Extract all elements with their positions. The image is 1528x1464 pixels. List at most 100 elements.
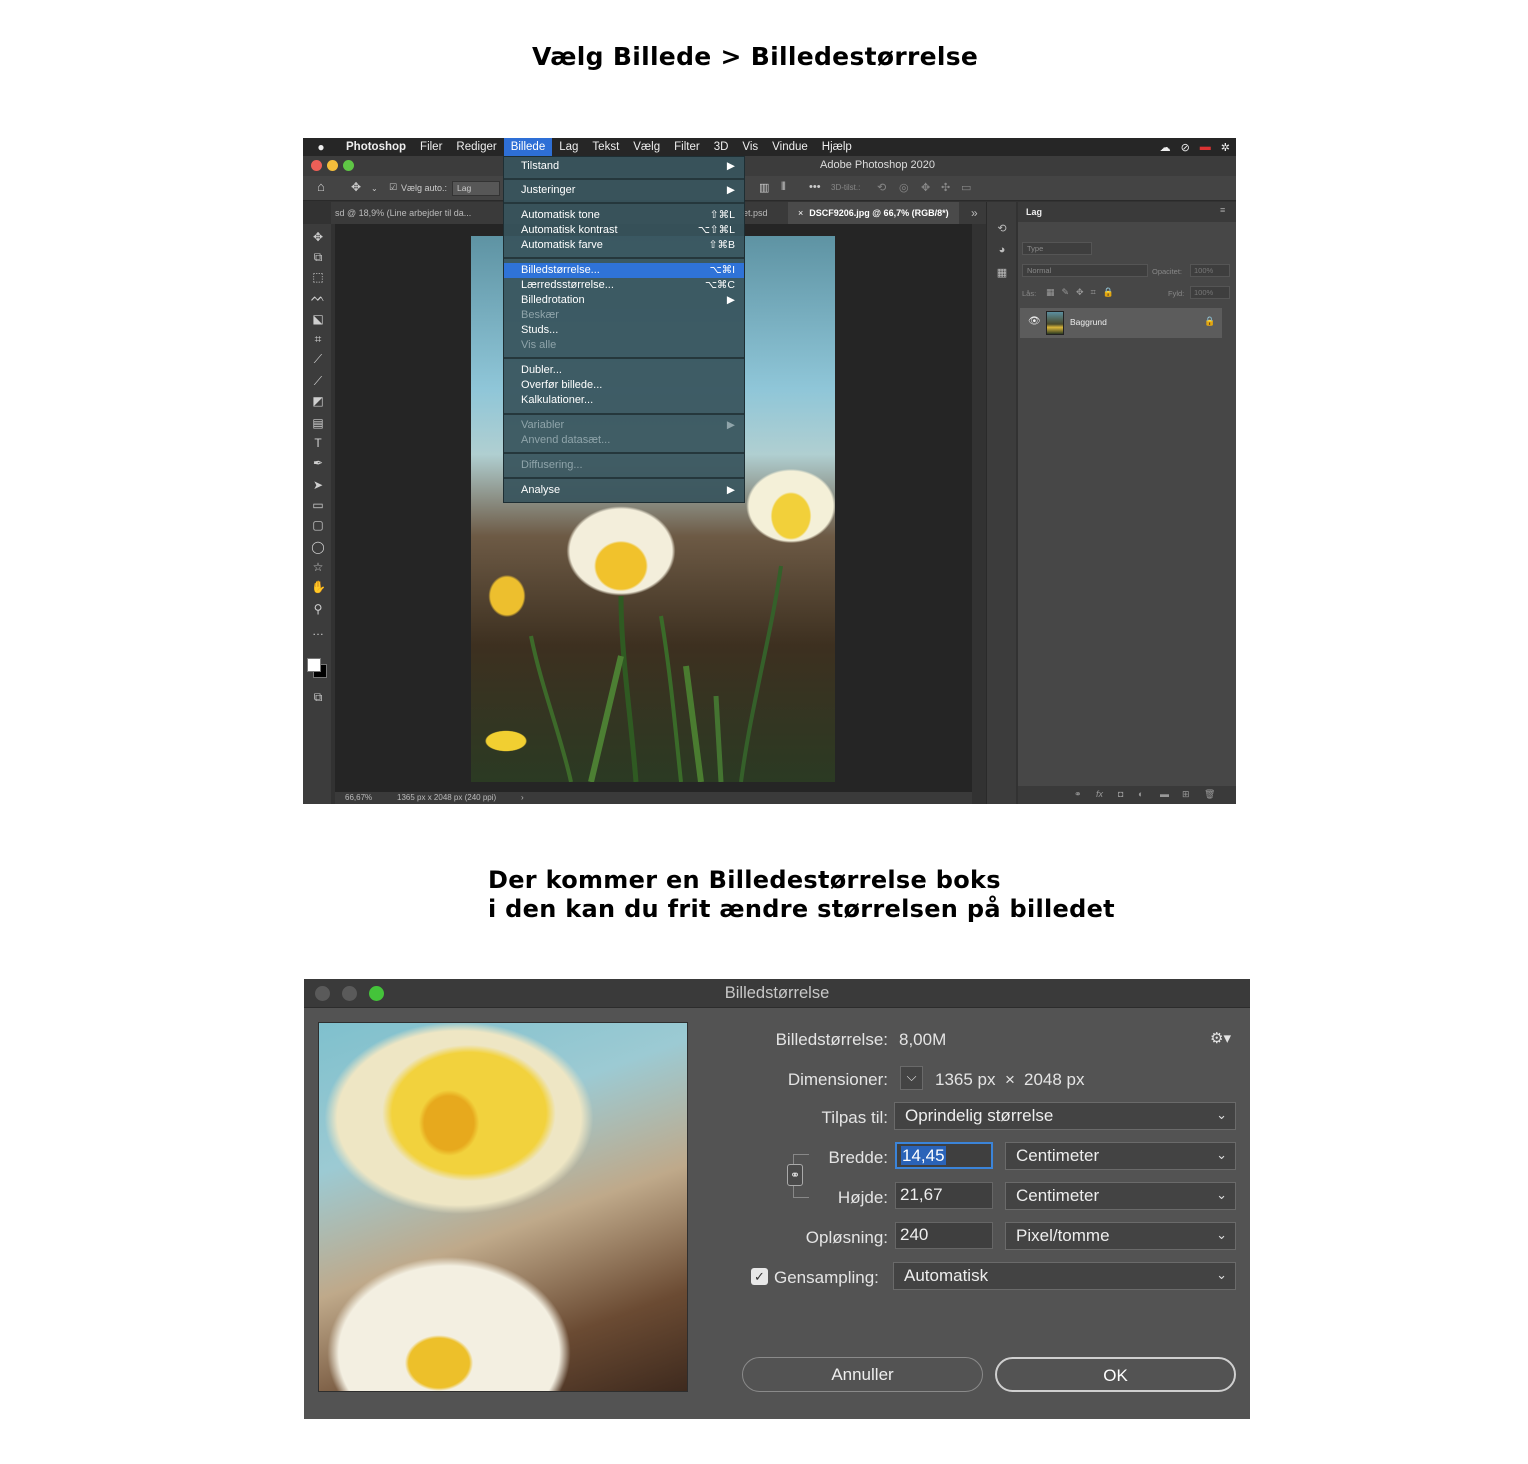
fx-icon[interactable]: fx: [1096, 789, 1103, 799]
marquee-tool-icon[interactable]: ⬚: [311, 270, 325, 284]
rectangle-tool-icon[interactable]: ▭: [311, 498, 325, 512]
menu-item-dubler[interactable]: Dubler...: [504, 363, 744, 378]
menu-3d[interactable]: 3D: [707, 138, 736, 156]
resample-dropdown[interactable]: Automatisk ⌄: [893, 1262, 1236, 1290]
fit-to-dropdown[interactable]: Oprindelig størrelse ⌄: [894, 1102, 1236, 1130]
more-icon[interactable]: •••: [809, 181, 821, 193]
cancel-button[interactable]: Annuller: [742, 1357, 983, 1392]
menu-item-billedstorrelse[interactable]: Billedstørrelse... ⌥⌘I: [504, 263, 744, 278]
menu-rediger[interactable]: Rediger: [449, 138, 503, 156]
close-tab-icon[interactable]: ×: [798, 208, 803, 218]
tab-document-2[interactable]: et.psd: [743, 202, 768, 224]
resolution-input[interactable]: 240: [895, 1222, 993, 1249]
more-tools-icon[interactable]: …: [311, 624, 325, 638]
layers-panel-title[interactable]: Lag: [1026, 207, 1042, 217]
auto-select-dropdown[interactable]: Lag: [452, 181, 500, 196]
adjustment-layer-icon[interactable]: ◐: [1138, 789, 1143, 799]
crop-tool-icon[interactable]: ⌗: [311, 332, 325, 346]
3d-pan-icon[interactable]: ✥: [921, 181, 930, 194]
minimize-window-icon[interactable]: [327, 160, 338, 171]
ellipse-tool-icon[interactable]: ◯: [311, 540, 325, 554]
artboard-tool-icon[interactable]: ⧉: [311, 250, 325, 264]
new-layer-icon[interactable]: ⊞: [1182, 789, 1190, 800]
maximize-window-icon[interactable]: [343, 160, 354, 171]
menu-vindue[interactable]: Vindue: [765, 138, 815, 156]
dimensions-dropdown[interactable]: ⌵: [900, 1066, 923, 1090]
layer-filter-dropdown[interactable]: Type: [1022, 242, 1092, 255]
lasso-tool-icon[interactable]: ᨓ: [311, 290, 325, 304]
status-zoom[interactable]: 66,67%: [345, 793, 372, 802]
3d-camera-icon[interactable]: ▭: [961, 181, 971, 194]
add-mask-icon[interactable]: ◘: [1118, 789, 1123, 799]
foreground-color-swatch[interactable]: [307, 658, 321, 672]
menu-lag[interactable]: Lag: [552, 138, 585, 156]
eye-visibility-icon[interactable]: 👁: [1028, 316, 1041, 327]
flag-icon[interactable]: ▬: [1200, 141, 1211, 153]
close-window-icon[interactable]: [311, 160, 322, 171]
menu-filter[interactable]: Filter: [667, 138, 707, 156]
panel-menu-icon[interactable]: ≡: [1220, 205, 1225, 215]
resolution-unit-dropdown[interactable]: Pixel/tomme ⌄: [1005, 1222, 1236, 1250]
resample-checkbox[interactable]: ✓: [751, 1268, 768, 1285]
eyedropper-tool-icon[interactable]: ⟋: [311, 352, 325, 366]
chevron-down-icon[interactable]: ⌄: [371, 184, 378, 193]
menu-item-studs[interactable]: Studs...: [504, 323, 744, 338]
ok-button[interactable]: OK: [995, 1357, 1236, 1392]
menu-item-overfor-billede[interactable]: Overfør billede...: [504, 378, 744, 393]
image-preview[interactable]: [318, 1022, 688, 1392]
pen-tool-icon[interactable]: ✒: [311, 456, 325, 470]
creative-cloud-icon[interactable]: ☁: [1160, 141, 1171, 154]
custom-shape-tool-icon[interactable]: ☆: [311, 560, 325, 574]
apple-icon[interactable]: ●: [303, 140, 339, 154]
3d-roll-icon[interactable]: ◎: [899, 181, 909, 194]
menu-item-kalkulationer[interactable]: Kalkulationer...: [504, 393, 744, 408]
menu-item-automatisk-tone[interactable]: Automatisk tone ⇧⌘L: [504, 208, 744, 223]
move-tool-icon[interactable]: ✥: [311, 230, 325, 244]
swatches-panel-icon[interactable]: ▦: [995, 266, 1009, 279]
status-arrow-icon[interactable]: ›: [521, 793, 524, 802]
menu-app-photoshop[interactable]: Photoshop: [339, 138, 413, 156]
menu-billede[interactable]: Billede: [503, 138, 553, 156]
new-group-icon[interactable]: ▬: [1160, 789, 1169, 799]
rounded-rectangle-tool-icon[interactable]: ▢: [311, 518, 325, 532]
delete-layer-icon[interactable]: 🗑: [1204, 789, 1215, 800]
menu-item-justeringer[interactable]: Justeringer ▶: [504, 183, 744, 198]
move-tool-icon[interactable]: ✥: [351, 180, 361, 194]
layer-row-baggrund[interactable]: 👁 Baggrund 🔒: [1020, 308, 1222, 338]
tabs-overflow-icon[interactable]: »: [971, 202, 978, 224]
color-panel-icon[interactable]: ◕: [995, 244, 1009, 256]
brush-tool-icon[interactable]: ⟋: [311, 374, 325, 388]
bluetooth-icon[interactable]: ✲: [1221, 141, 1230, 154]
distribute-icon[interactable]: ▥: [759, 181, 769, 194]
home-icon[interactable]: ⌂: [317, 179, 325, 194]
tab-document-1[interactable]: sd @ 18,9% (Line arbejder til da...: [335, 202, 471, 224]
path-select-tool-icon[interactable]: ➤: [311, 478, 325, 492]
width-input[interactable]: 14,45: [895, 1142, 993, 1169]
fill-field[interactable]: 100%: [1190, 286, 1230, 299]
lock-icon[interactable]: 🔒: [1204, 316, 1215, 327]
menu-vis[interactable]: Vis: [735, 138, 765, 156]
blend-mode-dropdown[interactable]: Normal: [1022, 264, 1148, 277]
zoom-tool-icon[interactable]: ⚲: [311, 602, 325, 616]
history-panel-icon[interactable]: ⟲: [995, 222, 1009, 235]
width-unit-dropdown[interactable]: Centimeter ⌄: [1005, 1142, 1236, 1170]
menu-hjaelp[interactable]: Hjælp: [815, 138, 859, 156]
3d-orbit-icon[interactable]: ⟲: [877, 181, 886, 194]
eraser-tool-icon[interactable]: ◩: [311, 394, 325, 408]
menu-vaelg[interactable]: Vælg: [626, 138, 667, 156]
height-input[interactable]: 21,67: [895, 1182, 993, 1209]
menu-item-billedrotation[interactable]: Billedrotation ▶: [504, 293, 744, 308]
hand-tool-icon[interactable]: ✋: [311, 580, 326, 594]
link-layers-icon[interactable]: ⚭: [1074, 789, 1082, 800]
menu-item-laerredsstorrelse[interactable]: Lærredsstørrelse... ⌥⌘C: [504, 278, 744, 293]
menu-item-analyse[interactable]: Analyse ▶: [504, 483, 744, 498]
gradient-tool-icon[interactable]: ▤: [311, 416, 325, 430]
menu-item-automatisk-farve[interactable]: Automatisk farve ⇧⌘B: [504, 238, 744, 253]
menu-filer[interactable]: Filer: [413, 138, 449, 156]
gear-icon[interactable]: ⚙▾: [1210, 1029, 1231, 1047]
object-select-tool-icon[interactable]: ⬕: [311, 312, 325, 326]
menu-tekst[interactable]: Tekst: [585, 138, 626, 156]
tab-document-active[interactable]: × DSCF9206.jpg @ 66,7% (RGB/8*): [788, 202, 959, 224]
type-tool-icon[interactable]: T: [311, 436, 325, 450]
auto-select-checkbox[interactable]: ☑: [389, 182, 397, 193]
